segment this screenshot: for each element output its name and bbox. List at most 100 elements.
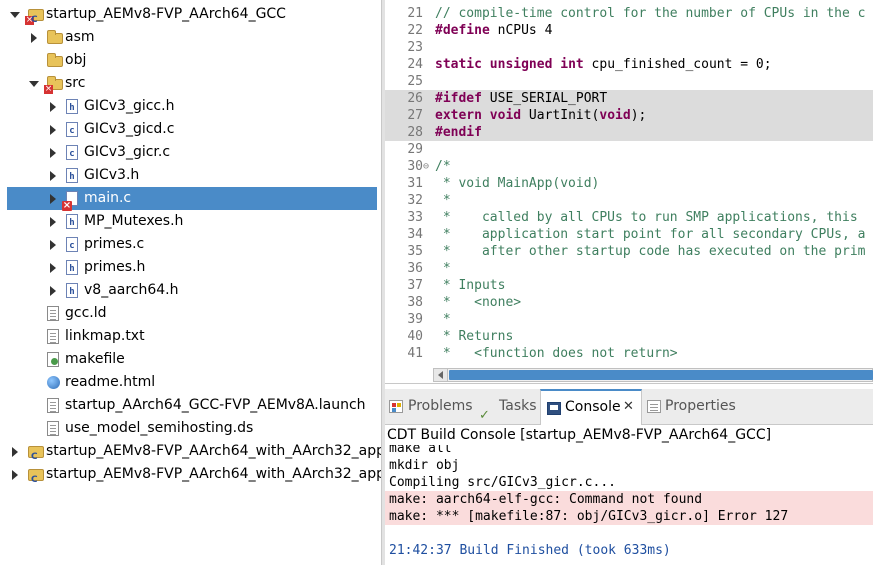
tree-item[interactable]: linkmap.txt — [0, 325, 381, 348]
tree-item[interactable]: h v8_aarch64.h — [0, 279, 381, 302]
chevron-right-icon[interactable] — [9, 440, 21, 463]
code-line[interactable]: 27 extern void UartInit(void); — [385, 107, 873, 124]
chevron-right-icon[interactable] — [47, 233, 59, 256]
code-line[interactable]: 31 * void MainApp(void) — [385, 175, 873, 192]
code-text: * called by all CPUs to run SMP applicat… — [435, 209, 858, 226]
code-line[interactable]: 34 * application start point for all sec… — [385, 226, 873, 243]
code-line[interactable]: 36 * — [385, 260, 873, 277]
tree-item[interactable]: makefile — [0, 348, 381, 371]
code-line[interactable]: 35 * after other startup code has execut… — [385, 243, 873, 260]
tree-item-label: primes.h — [84, 259, 146, 275]
tree-item[interactable]: obj — [0, 49, 381, 72]
code-line[interactable]: 33 * called by all CPUs to run SMP appli… — [385, 209, 873, 226]
chevron-right-icon[interactable] — [47, 95, 59, 118]
tree-item[interactable]: × src — [0, 72, 381, 95]
code-line[interactable]: 38 * <none> — [385, 294, 873, 311]
code-line[interactable]: 28 #endif — [385, 124, 873, 141]
tree-item[interactable]: startup_AArch64_GCC-FVP_AEMv8A.launch — [0, 394, 381, 417]
code-token: // compile-time control for the number o… — [435, 6, 866, 21]
globe-icon — [47, 376, 60, 389]
code-line[interactable]: 26 #ifdef USE_SERIAL_PORT — [385, 90, 873, 107]
tree-item[interactable]: h GICv3_gicc.h — [0, 95, 381, 118]
code-editor[interactable]: 21 // compile-time control for the number… — [385, 0, 873, 384]
tree-item[interactable]: c primes.c — [0, 233, 381, 256]
tree-item[interactable]: h MP_Mutexes.h — [0, 210, 381, 233]
code-token: nCPUs 4 — [489, 23, 553, 38]
console-line: make all — [389, 445, 452, 456]
code-line[interactable]: 21 // compile-time control for the number… — [385, 5, 873, 22]
panel-tab-bar: Problems TasksConsole✕Properties — [385, 389, 873, 433]
scroll-left-icon[interactable] — [434, 369, 448, 381]
chevron-right-icon[interactable] — [47, 256, 59, 279]
code-token: extern — [435, 108, 482, 123]
line-number: 27 — [407, 108, 423, 123]
tree-item-label: GICv3_gicd.c — [84, 121, 175, 137]
code-line[interactable]: 30 ⊖/* — [385, 158, 873, 175]
tab-tasks[interactable]: Tasks — [477, 389, 539, 433]
code-token: void — [489, 108, 522, 123]
code-token: int — [560, 57, 584, 72]
code-line[interactable]: 37 * Inputs — [385, 277, 873, 294]
chevron-down-icon[interactable] — [9, 3, 21, 26]
chevron-right-icon[interactable] — [9, 463, 21, 486]
tree-item[interactable]: startup_AEMv8-FVP_AArch64_with_AArch32_a… — [0, 440, 381, 469]
chevron-right-icon[interactable] — [47, 187, 59, 210]
console-error-line: make: aarch64-elf-gcc: Command not found — [385, 491, 873, 508]
line-number: 39 — [407, 312, 423, 327]
scrollbar-thumb[interactable] — [449, 370, 873, 380]
tree-item[interactable]: c GICv3_gicr.c — [0, 141, 381, 164]
console-output[interactable]: make all mkdir obj Compiling src/GICv3_gic… — [385, 445, 873, 565]
close-icon[interactable]: ✕ — [623, 391, 634, 423]
code-line[interactable]: 24 static unsigned int cpu_finished_count… — [385, 56, 873, 73]
tree-item[interactable]: use_model_semihosting.ds — [0, 417, 381, 440]
code-line[interactable]: 41 * <function does not return> — [385, 345, 873, 362]
tab-problems[interactable]: Problems — [385, 389, 477, 424]
tree-item[interactable]: startup_AEMv8-FVP_AArch64_with_AArch32_a… — [0, 463, 381, 492]
code-text: #endif — [435, 124, 482, 141]
code-line[interactable]: 40 * Returns — [385, 328, 873, 345]
chevron-right-icon[interactable] — [28, 26, 40, 49]
chevron-right-icon[interactable] — [47, 210, 59, 233]
project-explorer[interactable]: startup_AEMv8-FVP_AArch64_GCCasmobj×srch… — [0, 0, 381, 565]
tab-properties[interactable]: Properties — [643, 389, 736, 424]
chevron-right-icon[interactable] — [47, 279, 59, 302]
code-text: * — [435, 311, 451, 328]
code-line[interactable]: 32 * — [385, 192, 873, 209]
tree-item[interactable]: h GICv3.h — [0, 164, 381, 187]
properties-icon — [647, 400, 661, 413]
tree-item[interactable]: main.c — [7, 187, 377, 211]
tree-item[interactable]: h primes.h — [0, 256, 381, 279]
tree-item[interactable]: startup_AEMv8-FVP_AArch64_GCC — [0, 3, 381, 32]
code-text: * <function does not return> — [435, 345, 678, 362]
code-line[interactable]: 23 — [385, 39, 873, 56]
horizontal-scrollbar[interactable] — [433, 368, 873, 382]
header-file-icon: h — [66, 283, 78, 298]
code-token: static — [435, 57, 482, 72]
tab-label: Problems — [408, 398, 473, 414]
tree-item[interactable]: asm — [0, 26, 381, 49]
code-line[interactable]: 29 — [385, 141, 873, 158]
tab-label: Tasks — [499, 398, 537, 414]
chevron-right-icon[interactable] — [47, 118, 59, 141]
chevron-down-icon[interactable] — [28, 72, 40, 95]
chevron-right-icon[interactable] — [47, 141, 59, 164]
fold-toggle-icon[interactable]: ⊖ — [423, 158, 433, 175]
tree-item[interactable]: gcc.ld — [0, 302, 381, 325]
code-line[interactable]: 39 * — [385, 311, 873, 328]
chevron-right-icon[interactable] — [47, 164, 59, 187]
code-token: * Returns — [435, 329, 514, 344]
tree-item[interactable]: readme.html — [0, 371, 381, 394]
code-line[interactable]: 25 — [385, 73, 873, 90]
tree-item-label: v8_aarch64.h — [84, 282, 179, 298]
line-number: 33 — [407, 210, 423, 225]
folder-error-icon: × — [44, 76, 63, 94]
tree-item-label: main.c — [84, 190, 132, 206]
tab-console[interactable]: Console ✕ — [540, 389, 642, 425]
tree-item-label: GICv3_gicc.h — [84, 98, 175, 114]
tree-item[interactable]: c GICv3_gicd.c — [0, 118, 381, 141]
code-token: #ifdef — [435, 91, 482, 106]
code-line[interactable]: 22 #define nCPUs 4 — [385, 22, 873, 39]
tree-item-label: src — [65, 75, 86, 91]
line-number: 32 — [407, 193, 423, 208]
